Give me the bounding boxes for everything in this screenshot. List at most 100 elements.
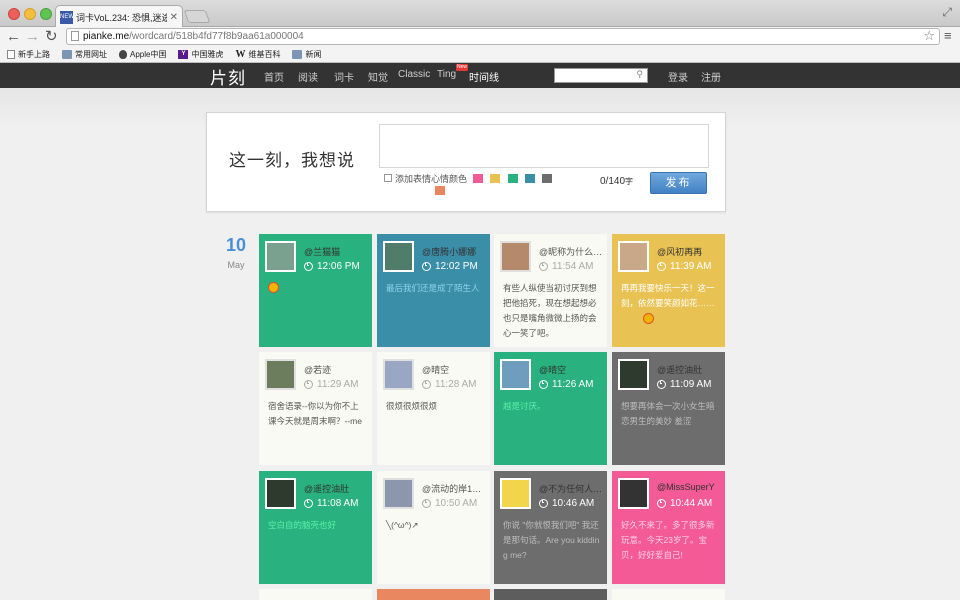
- nav-home[interactable]: 首页: [264, 69, 284, 84]
- avatar[interactable]: [500, 241, 531, 272]
- card-username[interactable]: @风初再再: [657, 245, 721, 258]
- color-swatch[interactable]: [435, 186, 445, 195]
- card-username[interactable]: @晴空: [422, 363, 486, 376]
- back-arrow-icon[interactable]: ←: [6, 28, 21, 45]
- card-username[interactable]: @若迹: [304, 363, 368, 376]
- minimize-window-button[interactable]: [24, 8, 36, 20]
- timeline-card[interactable]: @唐腾小娜娜 12:02 PM 最后我们还是成了陌生人: [377, 234, 490, 347]
- timeline-card[interactable]: @若迹 11:29 AM 宿舍语录--你以为你不上课今天就是周末啊？--me: [259, 352, 372, 465]
- new-badge: New: [456, 64, 469, 71]
- folder-icon: [292, 50, 303, 59]
- register-link[interactable]: 注册: [701, 69, 721, 84]
- mood-checkbox[interactable]: [384, 174, 392, 182]
- nav-wordcard[interactable]: 词卡: [334, 69, 354, 84]
- char-counter: 0/140字: [600, 176, 633, 187]
- tab-close-icon[interactable]: ✕: [170, 12, 178, 23]
- card-username[interactable]: @遥控油肚: [657, 363, 721, 376]
- timeline-card-partial[interactable]: [612, 589, 725, 600]
- card-time-text: 10:46 AM: [552, 498, 595, 509]
- card-time: 11:54 AM: [539, 261, 594, 272]
- card-username[interactable]: @MissSuperY: [657, 482, 721, 492]
- zoom-window-button[interactable]: [40, 8, 52, 20]
- menu-icon[interactable]: ≡: [944, 28, 952, 43]
- bookmark-item[interactable]: 常用网址: [62, 49, 107, 60]
- bookmark-star-icon[interactable]: ☆: [923, 28, 935, 43]
- card-time-text: 11:28 AM: [435, 379, 477, 390]
- forward-arrow-icon[interactable]: →: [25, 28, 40, 45]
- bookmark-item[interactable]: 新手上路: [7, 49, 50, 60]
- timeline-card[interactable]: @遥控油肚 11:08 AM 空白自的脑壳也好: [259, 471, 372, 584]
- timeline-card-partial[interactable]: [259, 589, 372, 600]
- folder-icon: [62, 50, 72, 59]
- bookmark-item[interactable]: W 维基百科: [235, 49, 280, 60]
- compose-panel: 这一刻，我想说 添加表情心情颜色 0/140字 发布: [206, 112, 726, 212]
- timeline-card[interactable]: @不为任何人… 10:46 AM 你说 "你就恨我们吧" 我还是那句话。Are yo…: [494, 471, 607, 584]
- timeline-card[interactable]: @MissSuperY 10:44 AM 好久不来了。多了很多新玩意。今天23岁了。…: [612, 471, 725, 584]
- bookmark-label: 常用网址: [75, 50, 107, 59]
- card-time-text: 12:06 PM: [317, 261, 360, 272]
- address-bar[interactable]: pianke.me/wordcard/518b4fd77f8b9aa61a000…: [66, 28, 940, 45]
- avatar[interactable]: [618, 241, 649, 272]
- card-username[interactable]: @唐腾小娜娜: [422, 245, 486, 258]
- timeline-card[interactable]: @兰猫猫 12:06 PM: [259, 234, 372, 347]
- timeline-card[interactable]: @流动的岸1… 10:50 AM ╲(^ω^)↗: [377, 471, 490, 584]
- avatar[interactable]: [265, 478, 296, 509]
- nav-ting[interactable]: Ting: [437, 69, 456, 80]
- new-tab-button[interactable]: [183, 10, 211, 23]
- card-username[interactable]: @兰猫猫: [304, 245, 368, 258]
- timeline-card-partial[interactable]: [494, 589, 607, 600]
- card-username[interactable]: @流动的岸1…: [422, 482, 486, 495]
- card-username[interactable]: @不为任何人…: [539, 482, 603, 495]
- color-swatch[interactable]: [490, 174, 500, 183]
- color-swatch[interactable]: [525, 174, 535, 183]
- avatar[interactable]: [265, 359, 296, 390]
- timeline-card[interactable]: @晴空 11:26 AM 越是讨厌。: [494, 352, 607, 465]
- fullscreen-icon[interactable]: ⤢: [942, 5, 952, 20]
- site-logo[interactable]: 片刻: [210, 64, 246, 89]
- bookmark-label: 新手上路: [18, 50, 50, 59]
- close-window-button[interactable]: [8, 8, 20, 20]
- timeline-card-partial[interactable]: [377, 589, 490, 600]
- avatar[interactable]: [500, 359, 531, 390]
- color-swatch[interactable]: [508, 174, 518, 183]
- avatar[interactable]: [265, 241, 296, 272]
- char-count: 0/140: [600, 176, 626, 187]
- reload-icon[interactable]: ↻: [45, 28, 58, 45]
- timeline-card[interactable]: @风初再再 11:39 AM 再再我要快乐一天！这一刻，依然要笑颜如花……: [612, 234, 725, 347]
- bookmark-item[interactable]: Apple中国: [119, 49, 166, 60]
- card-time: 11:29 AM: [304, 379, 359, 390]
- char-unit: 字: [625, 177, 634, 186]
- avatar[interactable]: [618, 478, 649, 509]
- avatar[interactable]: [383, 359, 414, 390]
- search-icon[interactable]: ⚲: [636, 69, 643, 80]
- avatar[interactable]: [383, 478, 414, 509]
- publish-button[interactable]: 发布: [650, 172, 707, 194]
- color-swatch[interactable]: [542, 174, 552, 183]
- site-search-input[interactable]: ⚲: [554, 68, 648, 83]
- timeline-card[interactable]: @遥控油肚 11:09 AM 想要再体会一次小女生暗恋男生的美妙 羞涩: [612, 352, 725, 465]
- card-text: 再再我要快乐一天！这一刻，依然要笑颜如花……: [621, 283, 715, 308]
- avatar[interactable]: [618, 359, 649, 390]
- page-icon: [71, 31, 79, 41]
- bookmark-label: Apple中国: [130, 50, 167, 59]
- yahoo-icon: Y: [178, 50, 189, 59]
- nav-perception[interactable]: 知觉: [368, 69, 388, 84]
- avatar[interactable]: [500, 478, 531, 509]
- color-swatch[interactable]: [473, 174, 483, 183]
- login-link[interactable]: 登录: [668, 69, 688, 84]
- timeline-card[interactable]: @昵称为什么… 11:54 AM 有些人纵使当初讨厌到想把他掐死，现在想起想必也只是…: [494, 234, 607, 347]
- timeline-card[interactable]: @晴空 11:28 AM 很烦很烦很烦: [377, 352, 490, 465]
- card-username[interactable]: @遥控油肚: [304, 482, 368, 495]
- card-username[interactable]: @晴空: [539, 363, 603, 376]
- nav-timeline[interactable]: 时间线: [469, 69, 499, 84]
- compose-prompt: 这一刻，我想说: [229, 151, 355, 170]
- nav-read[interactable]: 阅读: [298, 69, 318, 84]
- browser-tab[interactable]: NEW 词卡VoL.234: 恐惧,迷途,混乱 ✕: [55, 5, 183, 28]
- bookmark-item[interactable]: 新闻: [292, 49, 321, 60]
- card-text: 想要再体会一次小女生暗恋男生的美妙 羞涩: [621, 401, 715, 426]
- card-username[interactable]: @昵称为什么…: [539, 245, 603, 258]
- nav-classic[interactable]: Classic: [398, 69, 430, 80]
- compose-textarea[interactable]: [379, 124, 709, 168]
- bookmark-item[interactable]: Y 中国雅虎: [178, 49, 223, 60]
- avatar[interactable]: [383, 241, 414, 272]
